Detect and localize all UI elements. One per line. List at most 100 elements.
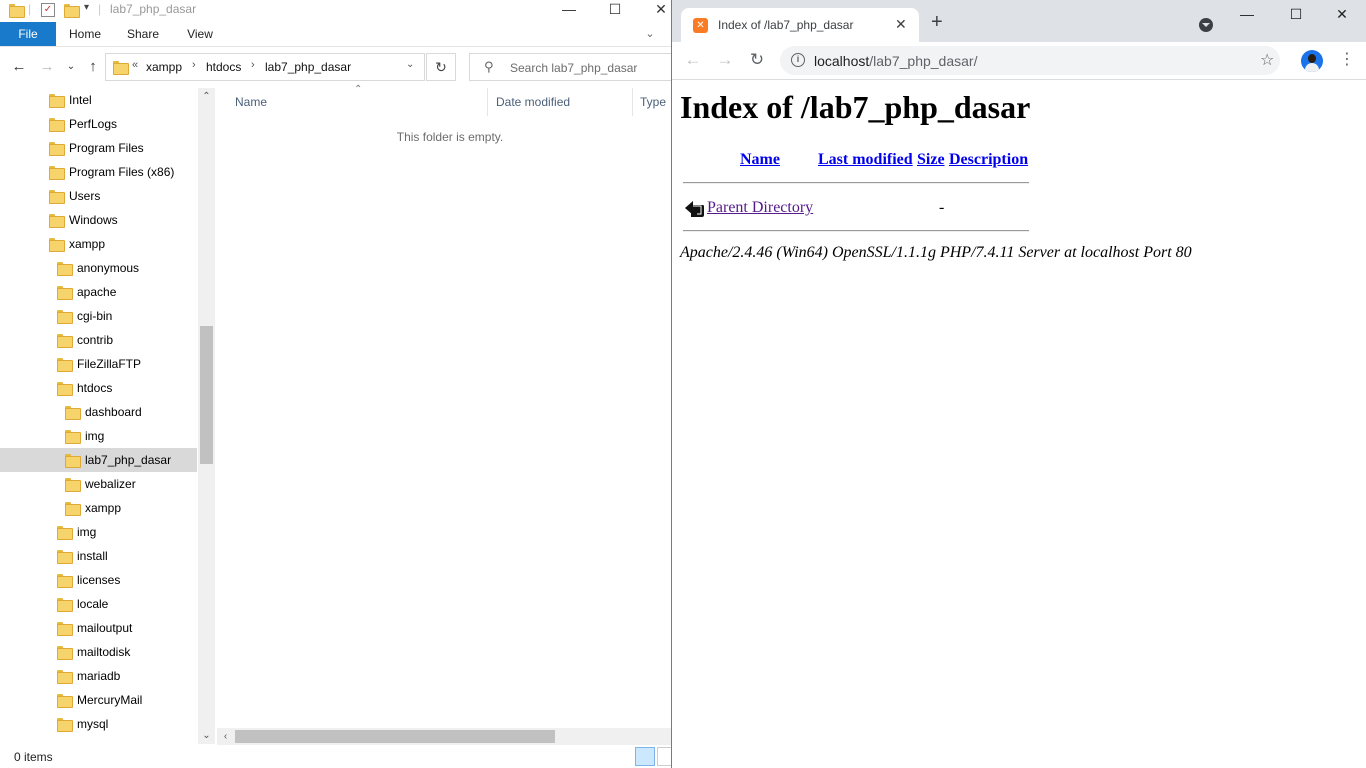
tree-item[interactable]: contrib (0, 328, 197, 352)
tree-item[interactable]: lab7_php_dasar (0, 448, 197, 472)
browser-tab[interactable]: ✕ Index of /lab7_php_dasar ✕ (681, 8, 919, 42)
folder-icon (49, 166, 65, 180)
column-header-description[interactable]: Description (949, 151, 1028, 169)
column-header-name[interactable]: Name (235, 95, 267, 109)
tree-item-label: xampp (69, 237, 106, 251)
tree-item[interactable]: Program Files (0, 136, 197, 160)
details-view-icon[interactable] (635, 747, 655, 766)
forward-button[interactable]: → (38, 58, 56, 76)
menu-icon[interactable]: ⋮ (1339, 51, 1355, 69)
tab-strip: ✕ Index of /lab7_php_dasar ✕ + — ☐ ✕ (672, 0, 1366, 42)
scroll-left-icon[interactable]: ‹ (217, 728, 234, 745)
folder-icon (57, 646, 73, 660)
breadcrumb-lab7[interactable]: lab7_php_dasar (265, 60, 351, 74)
tree-item[interactable]: anonymous (0, 256, 197, 280)
reload-button[interactable]: ↻ (747, 50, 767, 70)
column-header-type[interactable]: Type (640, 95, 666, 109)
tree-item[interactable]: install (0, 544, 197, 568)
close-button[interactable]: ✕ (638, 0, 671, 22)
close-button[interactable]: ✕ (1322, 6, 1362, 23)
tree-item[interactable]: FileZillaFTP (0, 352, 197, 376)
properties-icon[interactable]: ✓ (41, 3, 55, 17)
expand-ribbon-icon[interactable]: ⌄ (640, 22, 660, 46)
chevron-down-icon[interactable]: ⌄ (406, 59, 414, 70)
new-tab-button[interactable]: + (931, 12, 943, 32)
tree-item[interactable]: Windows (0, 208, 197, 232)
tree-item[interactable]: webalizer (0, 472, 197, 496)
column-divider[interactable] (487, 88, 488, 116)
tree-item[interactable]: mailtodisk (0, 640, 197, 664)
customize-quick-access-icon[interactable]: ▾ (84, 2, 89, 13)
tree-item[interactable]: img (0, 424, 197, 448)
new-folder-icon[interactable] (64, 4, 80, 18)
tree-item[interactable]: MercuryMail (0, 688, 197, 712)
tab-view[interactable]: View (172, 22, 228, 46)
tree-item[interactable]: htdocs (0, 376, 197, 400)
tab-file[interactable]: File (0, 22, 56, 46)
tab-home[interactable]: Home (56, 22, 114, 46)
chevron-right-icon[interactable]: › (251, 59, 255, 71)
tree-item-label: MercuryMail (77, 693, 143, 707)
column-header-size[interactable]: Size (917, 151, 945, 169)
scrollbar-thumb[interactable] (200, 326, 213, 464)
tree-item[interactable]: cgi-bin (0, 304, 197, 328)
search-placeholder: Search lab7_php_dasar (510, 61, 638, 75)
column-header-date-modified[interactable]: Date modified (496, 95, 570, 109)
search-input[interactable]: ⚲ Search lab7_php_dasar (469, 53, 671, 81)
tree-item[interactable]: Intel (0, 88, 197, 112)
folder-icon (65, 454, 81, 468)
tab-title: Index of /lab7_php_dasar (718, 18, 854, 32)
tree-item[interactable]: PerfLogs (0, 112, 197, 136)
tree-item[interactable]: Users (0, 184, 197, 208)
address-bar[interactable]: i localhost/lab7_php_dasar/ ☆ (780, 46, 1280, 75)
minimize-button[interactable]: — (546, 0, 592, 22)
up-button[interactable]: ↑ (84, 58, 102, 76)
tab-share[interactable]: Share (114, 22, 172, 46)
column-divider[interactable] (632, 88, 633, 116)
column-header-last-modified[interactable]: Last modified (818, 151, 913, 169)
address-bar[interactable]: « xampp › htdocs › lab7_php_dasar ⌄ (105, 53, 425, 81)
scroll-up-icon[interactable]: ⌃ (198, 88, 215, 105)
navigation-scrollbar[interactable]: ⌃ ⌄ (198, 88, 215, 744)
tree-item[interactable]: mailoutput (0, 616, 197, 640)
back-button[interactable]: ← (10, 58, 28, 76)
url-text[interactable]: localhost/lab7_php_dasar/ (814, 53, 977, 69)
content-horizontal-scrollbar[interactable]: ‹ (217, 728, 671, 745)
tree-item[interactable]: licenses (0, 568, 197, 592)
bookmark-star-icon[interactable]: ☆ (1260, 50, 1274, 70)
empty-folder-message: This folder is empty. (396, 130, 504, 144)
chevron-right-icon[interactable]: › (192, 59, 196, 71)
tree-item[interactable]: mariadb (0, 664, 197, 688)
tree-item[interactable]: xampp (0, 232, 197, 256)
profile-avatar[interactable] (1301, 50, 1323, 72)
tab-search-icon[interactable] (1199, 18, 1213, 32)
tree-item[interactable]: Program Files (x86) (0, 160, 197, 184)
address-overflow[interactable]: « (132, 59, 138, 71)
large-icons-view-icon[interactable] (657, 747, 671, 766)
forward-button[interactable]: → (715, 50, 735, 70)
tree-item[interactable]: mysql (0, 712, 197, 736)
refresh-button[interactable]: ↻ (426, 53, 456, 81)
folder-icon (49, 238, 65, 252)
maximize-button[interactable]: ☐ (592, 0, 638, 22)
site-info-icon[interactable]: i (791, 53, 805, 67)
column-header-name[interactable]: Name (740, 151, 780, 169)
minimize-button[interactable]: — (1227, 6, 1267, 22)
tree-item[interactable]: apache (0, 280, 197, 304)
tree-item[interactable]: img (0, 520, 197, 544)
scrollbar-thumb[interactable] (235, 730, 555, 743)
file-explorer-window: | ✓ ▾ | lab7_php_dasar — ☐ ✕ File Home S… (0, 0, 671, 768)
tree-item[interactable]: locale (0, 592, 197, 616)
breadcrumb-htdocs[interactable]: htdocs (206, 60, 241, 74)
back-button[interactable]: ← (683, 50, 703, 70)
page-title: Index of /lab7_php_dasar (680, 89, 1031, 125)
maximize-button[interactable]: ☐ (1276, 6, 1316, 23)
parent-directory-link[interactable]: Parent Directory (707, 199, 813, 217)
scroll-down-icon[interactable]: ⌄ (198, 727, 215, 744)
close-tab-icon[interactable]: ✕ (895, 16, 907, 33)
tree-item[interactable]: dashboard (0, 400, 197, 424)
folder-icon (57, 358, 73, 372)
breadcrumb-xampp[interactable]: xampp (146, 60, 182, 74)
tree-item[interactable]: xampp (0, 496, 197, 520)
recent-locations-button[interactable]: ⌄ (62, 58, 80, 76)
